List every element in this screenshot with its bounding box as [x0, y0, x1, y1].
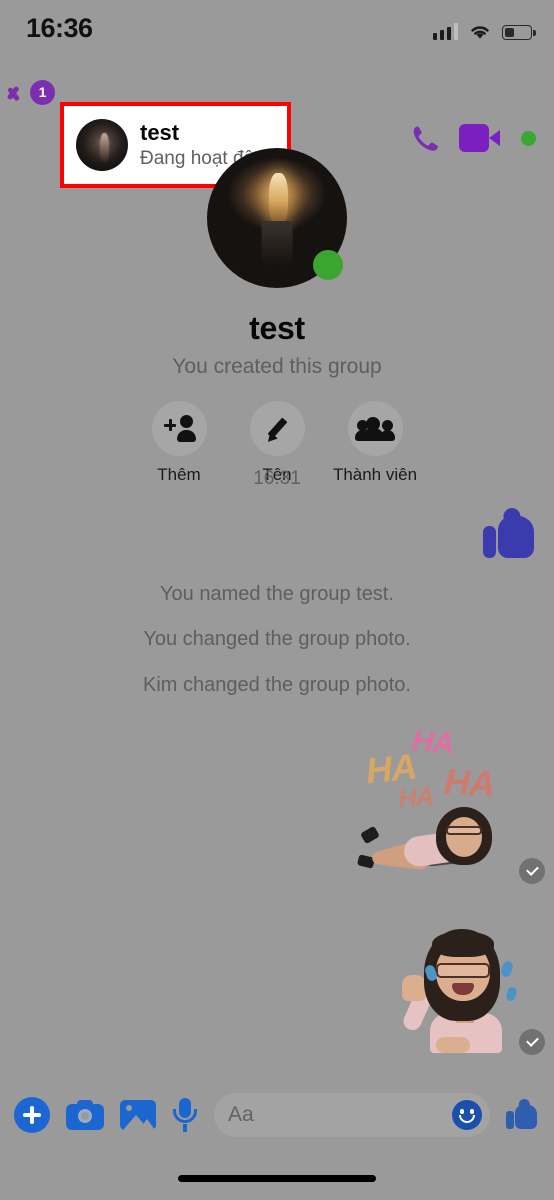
message-composer: Aa: [0, 1085, 554, 1145]
wifi-icon: [469, 23, 491, 40]
add-attachment-button[interactable]: [14, 1097, 50, 1133]
waving-avatar-sticker[interactable]: [400, 925, 526, 1053]
unread-count-badge: 1: [30, 79, 55, 105]
chat-header: 1 test Đang hoạt động: [0, 52, 554, 188]
haha-laughing-sticker[interactable]: HA HA HA HA: [352, 722, 512, 871]
plus-circle-icon: [14, 1097, 50, 1133]
cellular-signal-icon: [432, 23, 458, 40]
group-avatar-wrapper[interactable]: [207, 148, 347, 288]
back-button[interactable]: 1: [14, 78, 55, 106]
system-message: Kim changed the group photo.: [143, 674, 411, 696]
thumbs-up-sticker[interactable]: [480, 506, 552, 566]
camera-icon: [66, 1100, 104, 1130]
message-input-field[interactable]: Aa: [214, 1093, 490, 1137]
microphone-icon: [172, 1098, 198, 1132]
smiley-emoji-icon[interactable]: [452, 1100, 482, 1130]
conversation-timestamp: 16:31: [253, 468, 301, 489]
chat-contact-name: test: [140, 119, 180, 145]
camera-button[interactable]: [66, 1100, 104, 1130]
system-message: You named the group test.: [160, 583, 394, 605]
gallery-button[interactable]: [120, 1100, 156, 1130]
back-chevron-icon: [14, 78, 31, 106]
home-indicator-bar: [178, 1175, 376, 1182]
image-icon: [120, 1100, 156, 1130]
status-bar-time: 16:36: [26, 13, 93, 43]
status-bar-indicators: [432, 18, 536, 40]
battery-icon: [502, 25, 536, 40]
group-intro-section: test You created this group Thêm Tên Thà…: [0, 148, 554, 485]
members-people-icon: [347, 401, 403, 456]
messenger-chat-screen: 16:36 1 test Đang hoạt động test You cre…: [0, 0, 554, 1200]
online-dot-icon: [521, 130, 536, 146]
online-dot-icon: [313, 250, 343, 280]
thumbs-up-icon[interactable]: [506, 1097, 540, 1131]
voice-button[interactable]: [172, 1098, 198, 1132]
haha-word: HA: [410, 724, 455, 761]
delivered-check-icon: [519, 858, 545, 884]
add-person-icon: [151, 401, 207, 456]
status-bar: 16:36: [0, 0, 554, 52]
laughing-avatar-figure: [354, 797, 504, 871]
group-subtitle: You created this group: [172, 355, 382, 378]
group-name: test: [249, 310, 305, 346]
system-message: You changed the group photo.: [143, 628, 411, 650]
delivered-check-icon: [519, 1029, 545, 1055]
message-input-placeholder: Aa: [228, 1103, 254, 1126]
pencil-edit-icon: [249, 401, 305, 456]
